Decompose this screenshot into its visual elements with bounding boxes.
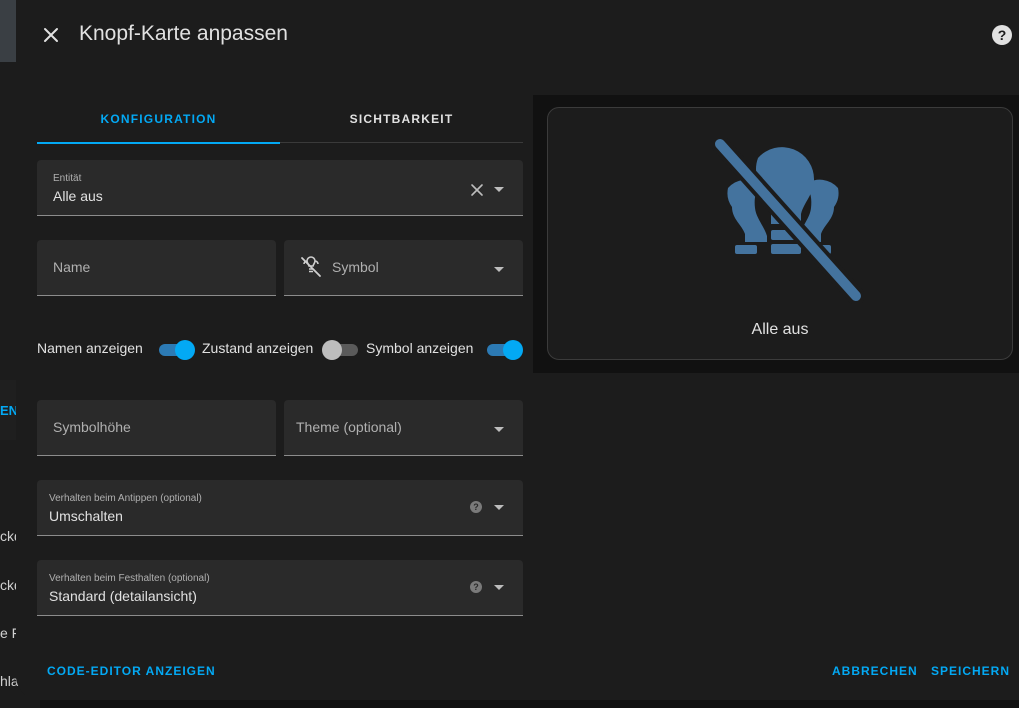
chevron-down-icon[interactable] <box>494 427 504 432</box>
icon-height-input[interactable]: Symbolhöhe <box>37 400 276 456</box>
switch-knob <box>175 340 195 360</box>
theme-placeholder: Theme (optional) <box>296 419 402 435</box>
help-circle-icon[interactable]: ? <box>991 24 1013 46</box>
entity-picker[interactable]: Entität Alle aus <box>37 160 523 216</box>
preview-card-name: Alle aus <box>751 321 809 338</box>
theme-select[interactable]: Theme (optional) <box>284 400 523 456</box>
close-icon <box>44 28 58 42</box>
show-code-editor-button[interactable]: CODE-EDITOR ANZEIGEN <box>47 664 216 678</box>
symbol-picker[interactable]: Symbol <box>284 240 523 296</box>
show-state-label: Zustand anzeigen <box>202 340 314 356</box>
hold-action-value: Standard (detailansicht) <box>49 588 197 604</box>
cancel-button[interactable]: ABBRECHEN <box>832 664 918 678</box>
entity-label: Entität <box>53 173 82 184</box>
show-state-switch[interactable] <box>322 339 360 360</box>
chevron-down-icon[interactable] <box>494 187 504 192</box>
name-input[interactable]: Name <box>37 240 276 296</box>
show-name-label: Namen anzeigen <box>37 340 143 356</box>
clear-icon[interactable] <box>469 182 485 198</box>
help-icon[interactable]: ? <box>470 501 482 513</box>
hold-action-label: Verhalten beim Festhalten (optional) <box>49 573 210 584</box>
show-icon-switch[interactable] <box>487 339 523 360</box>
switch-knob <box>503 340 523 360</box>
button-card-preview[interactable]: Alle aus <box>547 107 1013 360</box>
editor-tabs: KONFIGURATION SICHTBARKEIT <box>37 95 523 144</box>
name-placeholder: Name <box>53 259 91 275</box>
lightbulb-group-off-icon <box>301 256 321 277</box>
svg-text:?: ? <box>998 27 1007 43</box>
hold-action-select[interactable]: Verhalten beim Festhalten (optional) Sta… <box>37 560 523 616</box>
display-toggles: Namen anzeigen Zustand anzeigen Symbol a… <box>37 332 527 364</box>
close-button[interactable] <box>36 20 66 50</box>
dialog-title: Knopf-Karte anpassen <box>79 22 288 45</box>
chevron-down-icon[interactable] <box>494 505 504 510</box>
dialog-header: Knopf-Karte anpassen ? <box>16 0 1019 70</box>
entity-value: Alle aus <box>53 188 103 204</box>
show-name-switch[interactable] <box>159 339 195 360</box>
show-icon-label: Symbol anzeigen <box>366 340 474 356</box>
tab-visibility[interactable]: SICHTBARKEIT <box>280 95 523 143</box>
save-button[interactable]: SPEICHERN <box>931 664 1010 678</box>
tab-configuration[interactable]: KONFIGURATION <box>37 95 280 144</box>
tap-action-label: Verhalten beim Antippen (optional) <box>49 493 202 504</box>
chevron-down-icon[interactable] <box>494 585 504 590</box>
chevron-down-icon[interactable] <box>494 267 504 272</box>
lightbulb-group-off-icon <box>711 138 865 305</box>
tap-action-value: Umschalten <box>49 508 123 524</box>
symbol-placeholder: Symbol <box>332 259 379 275</box>
tap-action-select[interactable]: Verhalten beim Antippen (optional) Umsch… <box>37 480 523 536</box>
edit-card-dialog: Knopf-Karte anpassen ? KONFIGURATION SIC… <box>16 0 1019 700</box>
help-icon[interactable]: ? <box>470 581 482 593</box>
switch-knob <box>322 340 342 360</box>
icon-height-placeholder: Symbolhöhe <box>53 419 131 435</box>
